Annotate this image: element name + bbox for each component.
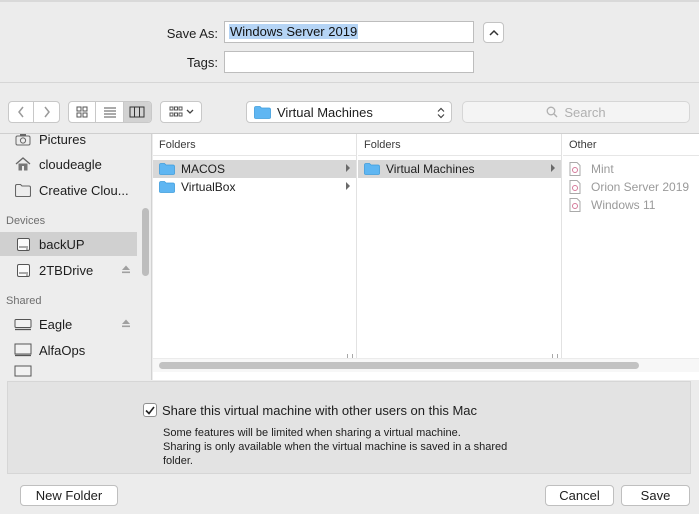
sidebar-item-backup[interactable]: backUP: [0, 232, 137, 256]
monitor-icon: [14, 342, 32, 358]
search-field[interactable]: Search: [462, 101, 690, 123]
disclosure-triangle-icon: [551, 164, 555, 172]
column-1-header: Folders: [153, 134, 356, 156]
file-row-windows-11[interactable]: Windows 11: [563, 196, 699, 214]
sidebar: Pictures cloudeagle Creative Clou... Dev…: [0, 134, 152, 380]
group-view-button[interactable]: [160, 101, 202, 123]
gallery-icon: [169, 106, 182, 117]
save-as-panel: Save As: Windows Server 2019 Tags:: [0, 0, 699, 83]
folder-icon: [159, 181, 175, 194]
browser-toolbar: Virtual Machines Search: [0, 84, 699, 134]
up-down-arrows-icon: [437, 107, 445, 119]
sidebar-item-pictures[interactable]: Pictures: [0, 134, 137, 151]
column-browser: Folders MACOS VirtualBox Folders Virtual…: [153, 134, 699, 380]
file-row-orion-server-2019[interactable]: Orion Server 2019: [563, 178, 699, 196]
sidebar-item-partial[interactable]: [0, 364, 137, 380]
checkmark-icon: [145, 406, 155, 415]
sidebar-item-cloudeagle[interactable]: cloudeagle: [0, 152, 137, 176]
back-button[interactable]: [9, 102, 34, 122]
server-icon: [14, 316, 32, 332]
column-view-button[interactable]: [123, 102, 151, 122]
location-popup[interactable]: Virtual Machines: [246, 101, 452, 123]
column-2: Folders Virtual Machines: [358, 134, 562, 366]
chevron-down-icon: [186, 109, 193, 114]
folder-icon: [254, 105, 271, 119]
file-row-mint[interactable]: Mint: [563, 160, 699, 178]
chevron-right-icon: [43, 106, 50, 118]
nav-buttons: [8, 101, 60, 123]
eject-icon[interactable]: [121, 318, 131, 328]
share-label: Share this virtual machine with other us…: [162, 403, 478, 418]
sidebar-item-eagle[interactable]: Eagle: [0, 312, 137, 336]
tags-field[interactable]: [224, 51, 474, 73]
monitor-icon: [14, 364, 32, 380]
save-button[interactable]: Save: [621, 485, 690, 506]
folder-icon: [159, 163, 175, 176]
grid-icon: [76, 106, 88, 118]
location-label: Virtual Machines: [277, 104, 373, 120]
folder-icon: [14, 182, 32, 198]
sidebar-item-creative-cloud[interactable]: Creative Clou...: [0, 178, 137, 202]
list-view-button[interactable]: [96, 102, 124, 122]
disclosure-triangle-icon: [346, 164, 350, 172]
share-note: Some features will be limited when shari…: [163, 427, 508, 467]
save-as-label: Save As:: [166, 26, 218, 41]
save-as-value: Windows Server 2019: [229, 24, 359, 39]
list-icon: [103, 107, 116, 118]
sidebar-item-2tbdrive[interactable]: 2TBDrive: [0, 258, 137, 282]
share-checkbox[interactable]: [143, 403, 157, 417]
column-2-header: Folders: [358, 134, 561, 156]
search-placeholder: Search: [564, 104, 606, 120]
devices-header: Devices: [6, 215, 46, 227]
horizontal-scrollbar[interactable]: [159, 362, 639, 369]
vm-document-icon: [569, 198, 585, 212]
folder-row-virtual-machines[interactable]: Virtual Machines: [358, 160, 561, 178]
column-3: Other Mint Orion Server 2019 Windows 11: [563, 134, 699, 366]
eject-icon[interactable]: [121, 264, 131, 274]
vm-document-icon: [569, 180, 585, 194]
new-folder-button[interactable]: New Folder: [20, 485, 118, 506]
view-mode-buttons: [68, 101, 152, 123]
column-1: Folders MACOS VirtualBox: [153, 134, 357, 366]
cancel-button[interactable]: Cancel: [545, 485, 614, 506]
save-as-field[interactable]: Windows Server 2019: [224, 21, 474, 43]
column-3-header: Other: [563, 134, 699, 156]
folder-row-virtualbox[interactable]: VirtualBox: [153, 178, 356, 196]
collapse-button[interactable]: [483, 22, 504, 43]
folder-row-macos[interactable]: MACOS: [153, 160, 356, 178]
vm-document-icon: [569, 162, 585, 176]
columns-icon: [129, 106, 145, 118]
camera-icon: [14, 134, 32, 147]
home-icon: [14, 156, 32, 172]
chevron-up-icon: [488, 29, 499, 36]
drive-icon: [14, 236, 32, 252]
tags-label: Tags:: [186, 55, 218, 70]
sidebar-scrollbar[interactable]: [142, 208, 149, 276]
sidebar-item-alfaops[interactable]: AlfaOps: [0, 338, 137, 362]
chevron-left-icon: [18, 106, 24, 118]
disclosure-triangle-icon: [346, 182, 350, 190]
shared-header: Shared: [6, 295, 42, 307]
search-icon: [546, 106, 558, 118]
drive-icon: [14, 262, 32, 278]
share-options-panel: Share this virtual machine with other us…: [7, 381, 691, 474]
folder-icon: [364, 163, 380, 176]
top-divider: [0, 0, 699, 2]
forward-button[interactable]: [34, 102, 59, 122]
icon-view-button[interactable]: [69, 102, 97, 122]
